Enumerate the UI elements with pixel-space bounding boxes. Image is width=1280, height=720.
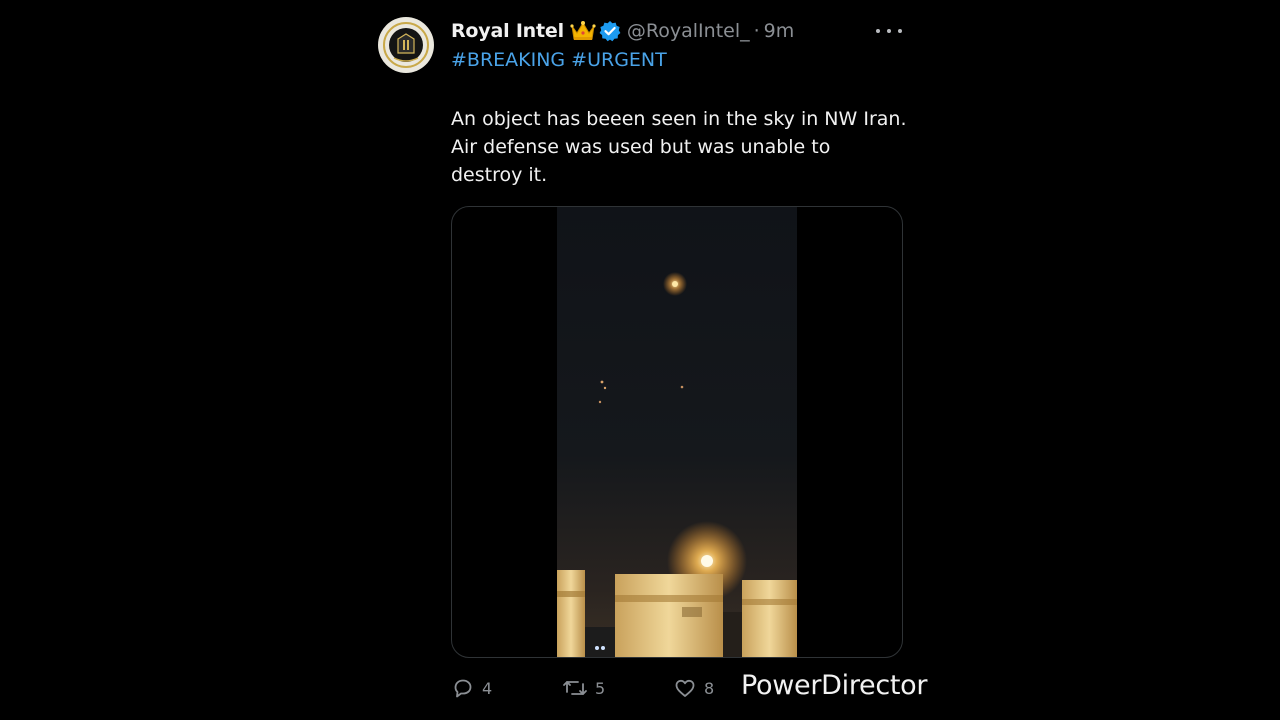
video-player[interactable] xyxy=(557,207,797,657)
media-container[interactable] xyxy=(451,206,903,658)
reply-button[interactable]: 4 xyxy=(451,674,492,702)
display-name[interactable]: Royal Intel xyxy=(451,20,564,42)
like-button[interactable]: 8 xyxy=(673,674,714,702)
reply-icon xyxy=(454,679,472,698)
tweet-text: An object has beeen seen in the sky in N… xyxy=(451,105,921,189)
avatar[interactable] xyxy=(378,17,434,73)
hashtags: #BREAKING #URGENT xyxy=(451,49,667,71)
video-frame xyxy=(557,207,797,657)
tweet-text-line: An object has beeen seen in the sky in N… xyxy=(451,108,907,130)
separator-dot: · xyxy=(753,20,760,42)
tweet-header: Royal Intel @RoyalIntel_ · 9m xyxy=(451,17,794,45)
retweet-icon xyxy=(563,681,587,695)
retweet-count: 5 xyxy=(595,678,606,698)
reply-count: 4 xyxy=(482,678,493,698)
hashtag-urgent[interactable]: #URGENT xyxy=(571,49,667,71)
handle[interactable]: @RoyalIntel_ xyxy=(627,20,750,42)
retweet-button[interactable]: 5 xyxy=(562,674,605,702)
powerdirector-watermark: PowerDirector xyxy=(741,670,928,701)
crown-icon xyxy=(570,20,596,42)
hashtag-breaking[interactable]: #BREAKING xyxy=(451,49,565,71)
avatar-emblem-icon xyxy=(379,18,433,72)
tweet-text-line: Air defense was used but was unable to xyxy=(451,136,831,158)
verified-icon xyxy=(599,20,621,42)
like-count: 8 xyxy=(704,678,715,698)
timestamp[interactable]: 9m xyxy=(764,20,795,42)
tweet-text-line: destroy it. xyxy=(451,164,548,186)
heart-icon xyxy=(675,679,695,697)
more-options-icon[interactable] xyxy=(876,22,902,40)
